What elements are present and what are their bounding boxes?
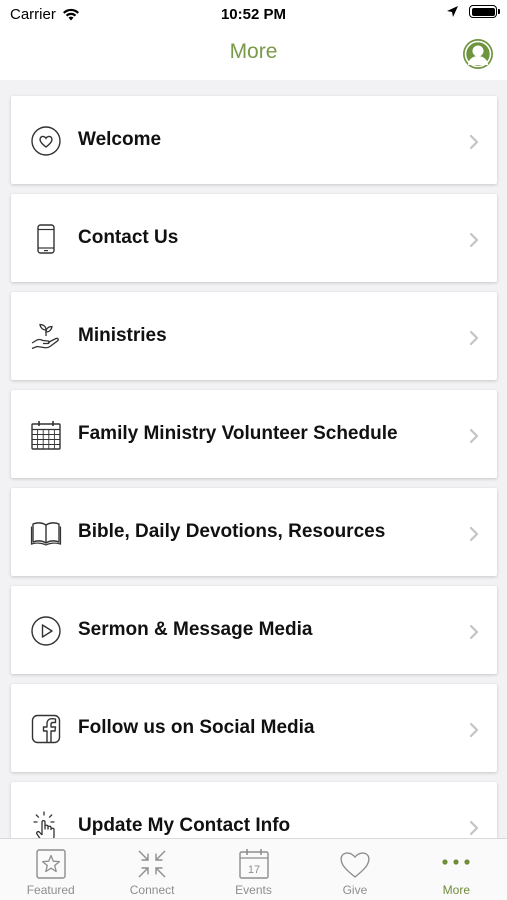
menu-item-label: Sermon & Message Media — [78, 619, 313, 640]
chevron-right-icon — [469, 526, 479, 542]
menu-item-label: Welcome — [78, 129, 162, 150]
menu-item-contact-us[interactable]: Contact Us — [11, 194, 497, 282]
chevron-right-icon — [469, 820, 479, 836]
calendar-grid-icon — [31, 421, 61, 450]
more-dots-icon — [442, 859, 470, 865]
tab-label: Connect — [129, 883, 175, 897]
tab-give[interactable]: Give — [304, 839, 405, 900]
chevron-right-icon — [469, 134, 479, 150]
menu-item-update-contact[interactable]: Update My Contact Info — [11, 782, 497, 838]
menu-item-label: Family Ministry Volunteer Schedule — [78, 423, 398, 444]
facebook-icon — [31, 714, 61, 744]
tab-label: Events — [235, 883, 272, 897]
hand-plant-icon — [31, 323, 59, 350]
nav-bar: More — [0, 30, 507, 80]
page-title: More — [229, 40, 278, 63]
tab-label: More — [442, 883, 470, 897]
status-indicators — [446, 5, 500, 18]
tab-events[interactable]: 17 Events — [203, 839, 304, 900]
chevron-right-icon — [469, 232, 479, 248]
calendar-icon: 17 — [238, 849, 269, 879]
chevron-right-icon — [469, 428, 479, 444]
status-time: 10:52 PM — [220, 6, 287, 23]
tab-bar: Featured Connect 17 Events Give More — [0, 838, 507, 900]
tab-featured[interactable]: Featured — [0, 839, 101, 900]
battery-icon — [469, 5, 500, 18]
phone-icon — [37, 224, 55, 254]
profile-button[interactable] — [463, 39, 493, 69]
menu-item-bible-resources[interactable]: Bible, Daily Devotions, Resources — [11, 488, 497, 576]
menu-item-label: Follow us on Social Media — [78, 717, 315, 738]
location-arrow-icon — [447, 6, 458, 17]
book-icon — [30, 522, 62, 546]
play-circle-icon — [31, 616, 61, 646]
tab-label: Featured — [26, 883, 75, 897]
heart-icon — [340, 852, 370, 878]
chevron-right-icon — [469, 624, 479, 640]
status-bar: Carrier 10:52 PM — [0, 0, 507, 30]
chevron-right-icon — [469, 330, 479, 346]
star-box-icon — [36, 849, 66, 879]
menu-item-label: Update My Contact Info — [78, 815, 291, 836]
menu-item-label: Contact Us — [78, 227, 179, 248]
chevron-right-icon — [469, 722, 479, 738]
menu-item-volunteer-schedule[interactable]: Family Ministry Volunteer Schedule — [11, 390, 497, 478]
menu-item-social-media[interactable]: Follow us on Social Media — [11, 684, 497, 772]
menu-item-label: Bible, Daily Devotions, Resources — [78, 521, 386, 542]
tab-more[interactable]: More — [406, 839, 507, 900]
arrows-in-icon — [138, 850, 166, 878]
calendar-date-text: 17 — [247, 864, 259, 876]
menu-item-ministries[interactable]: Ministries — [11, 292, 497, 380]
heart-circle-icon — [31, 126, 61, 156]
menu-item-label: Ministries — [78, 325, 167, 346]
user-avatar-icon — [464, 40, 492, 68]
tab-label: Give — [342, 883, 368, 897]
menu-list: Welcome Contact Us Ministries Family Min… — [0, 80, 507, 838]
tap-hand-icon — [33, 811, 55, 838]
menu-item-welcome[interactable]: Welcome — [11, 96, 497, 184]
tab-connect[interactable]: Connect — [101, 839, 202, 900]
menu-item-sermon-media[interactable]: Sermon & Message Media — [11, 586, 497, 674]
